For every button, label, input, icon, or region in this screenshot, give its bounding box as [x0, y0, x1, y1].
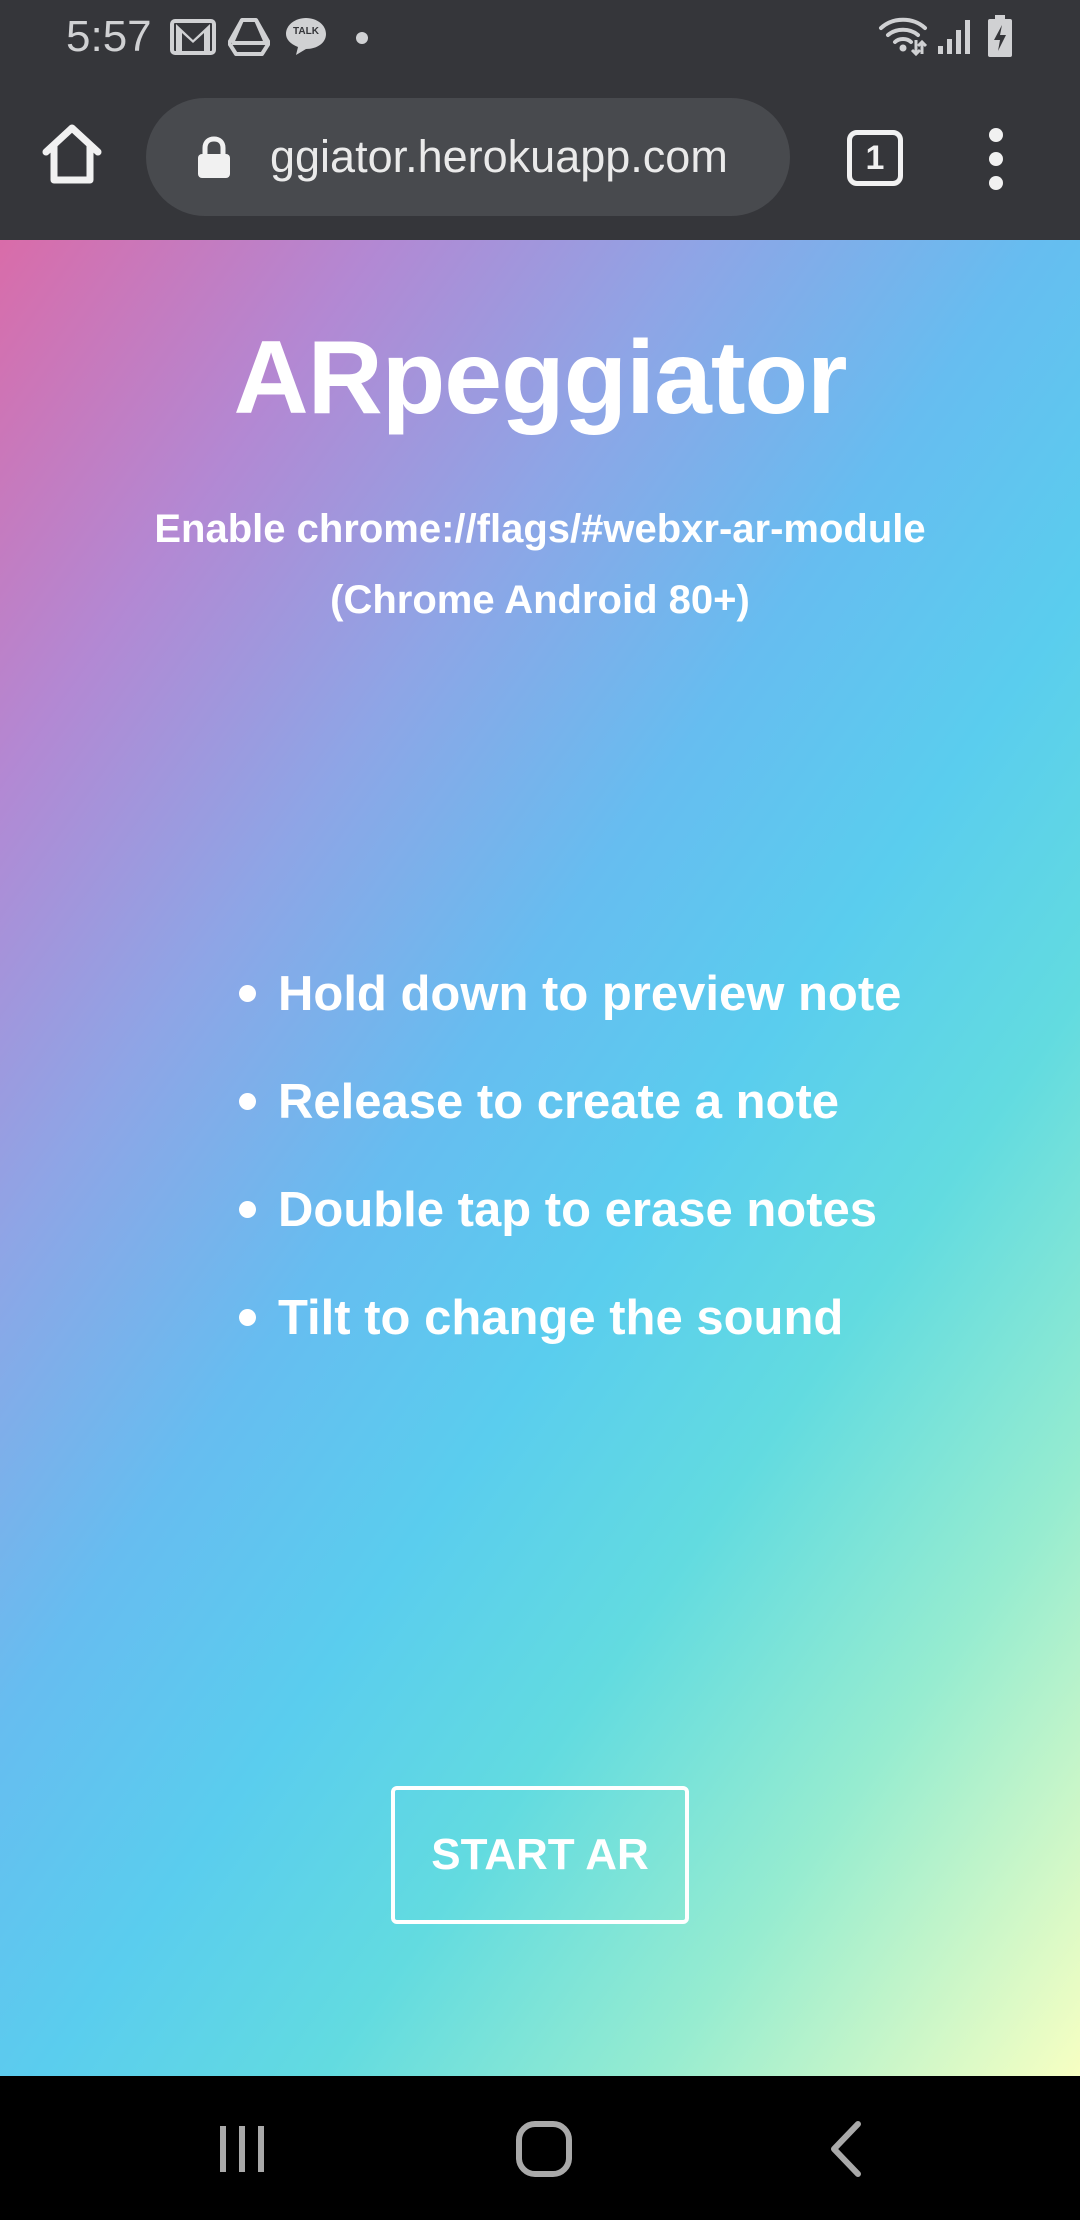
talk-icon: TALK: [284, 16, 328, 56]
lock-icon: [198, 136, 230, 178]
battery-charging-icon: [988, 15, 1012, 57]
drive-icon: [228, 18, 270, 56]
list-item: Release to create a note: [0, 1068, 1080, 1176]
list-item: Tilt to change the sound: [0, 1284, 1080, 1392]
gmail-icon: [170, 19, 216, 55]
bullet-icon: [239, 1093, 256, 1110]
status-bar: 5:57 TALK: [0, 0, 1080, 74]
navigation-bar: [0, 2076, 1080, 2220]
signal-icon: [938, 20, 970, 54]
back-icon[interactable]: [808, 2114, 888, 2184]
address-bar[interactable]: ggiator.herokuapp.com: [146, 98, 790, 216]
url-text: ggiator.herokuapp.com: [270, 131, 728, 182]
recents-icon[interactable]: [202, 2114, 282, 2184]
instruction-text: Double tap to erase notes: [278, 1183, 878, 1237]
instruction-text: Hold down to preview note: [278, 967, 902, 1021]
instructions-list: Hold down to preview note Release to cre…: [0, 960, 1080, 1392]
home-icon[interactable]: [36, 118, 108, 190]
page-title: ARpeggiator: [233, 320, 848, 436]
subtitle-version-line: (Chrome Android 80+): [330, 578, 750, 622]
subtitle-flags-line: Enable chrome://flags/#webxr-ar-module: [154, 507, 926, 551]
bullet-icon: [239, 1201, 256, 1218]
talk-badge-text: TALK: [293, 26, 319, 37]
wifi-icon: [879, 17, 928, 56]
home-nav-icon[interactable]: [504, 2114, 584, 2184]
list-item: Hold down to preview note: [0, 960, 1080, 1068]
instruction-text: Tilt to change the sound: [278, 1291, 844, 1345]
instruction-text: Release to create a note: [278, 1075, 840, 1129]
list-item: Double tap to erase notes: [0, 1176, 1080, 1284]
more-vert-icon[interactable]: [968, 124, 1024, 194]
bullet-icon: [239, 1309, 256, 1326]
browser-toolbar: ggiator.herokuapp.com 1: [0, 74, 1080, 240]
dot-icon: [356, 32, 368, 44]
bullet-icon: [239, 985, 256, 1002]
web-page[interactable]: ARpeggiator Enable chrome://flags/#webxr…: [0, 240, 1080, 2076]
status-time: 5:57: [66, 12, 152, 61]
start-ar-button[interactable]: START AR: [391, 1786, 689, 1924]
subtitle: Enable chrome://flags/#webxr-ar-module (…: [0, 494, 1080, 636]
tab-switcher-button[interactable]: 1: [847, 130, 903, 186]
